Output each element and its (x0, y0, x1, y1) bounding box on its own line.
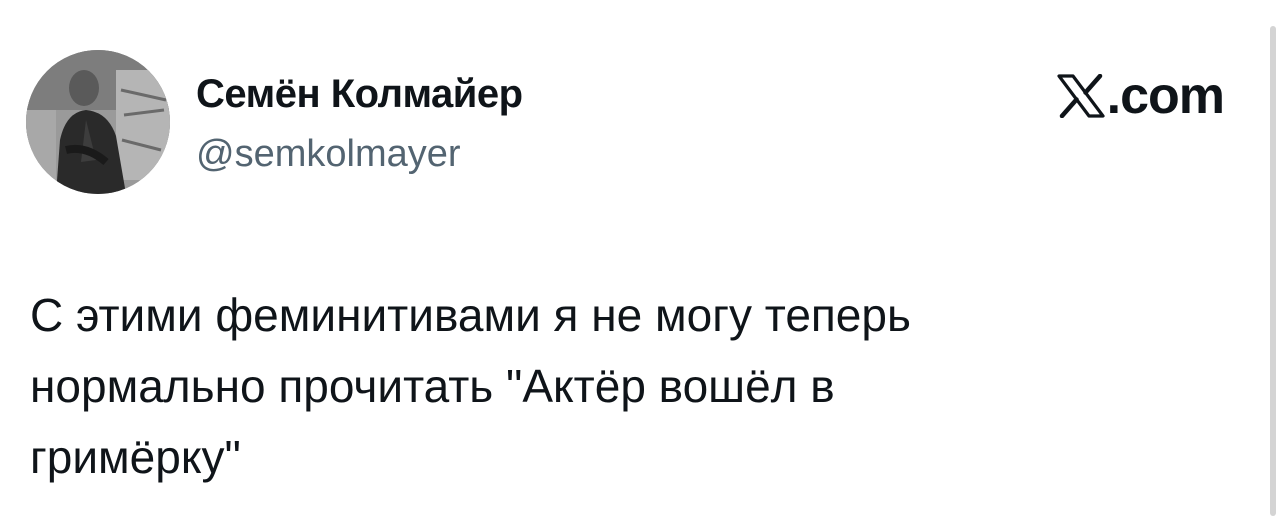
brand-domain-text: .com (1106, 67, 1225, 125)
scrollbar[interactable] (1270, 26, 1276, 516)
x-logo-icon (1057, 74, 1105, 118)
x-brand-logo: .com (1057, 67, 1225, 125)
tweet-text: С этими феминитивами я не могу теперь но… (30, 280, 1210, 493)
author-handle[interactable]: @semkolmayer (196, 132, 461, 176)
author-display-name[interactable]: Семён Колмайер (196, 70, 523, 118)
avatar[interactable] (26, 50, 170, 194)
tweet-text-line: гримёрку" (30, 431, 241, 483)
tweet-text-line: нормально прочитать "Актёр вошёл в (30, 360, 835, 412)
avatar-photo (26, 50, 170, 194)
tweet-text-line: С этими феминитивами я не могу теперь (30, 289, 911, 341)
tweet-card: Семён Колмайер @semkolmayer .com С этими… (0, 0, 1284, 525)
